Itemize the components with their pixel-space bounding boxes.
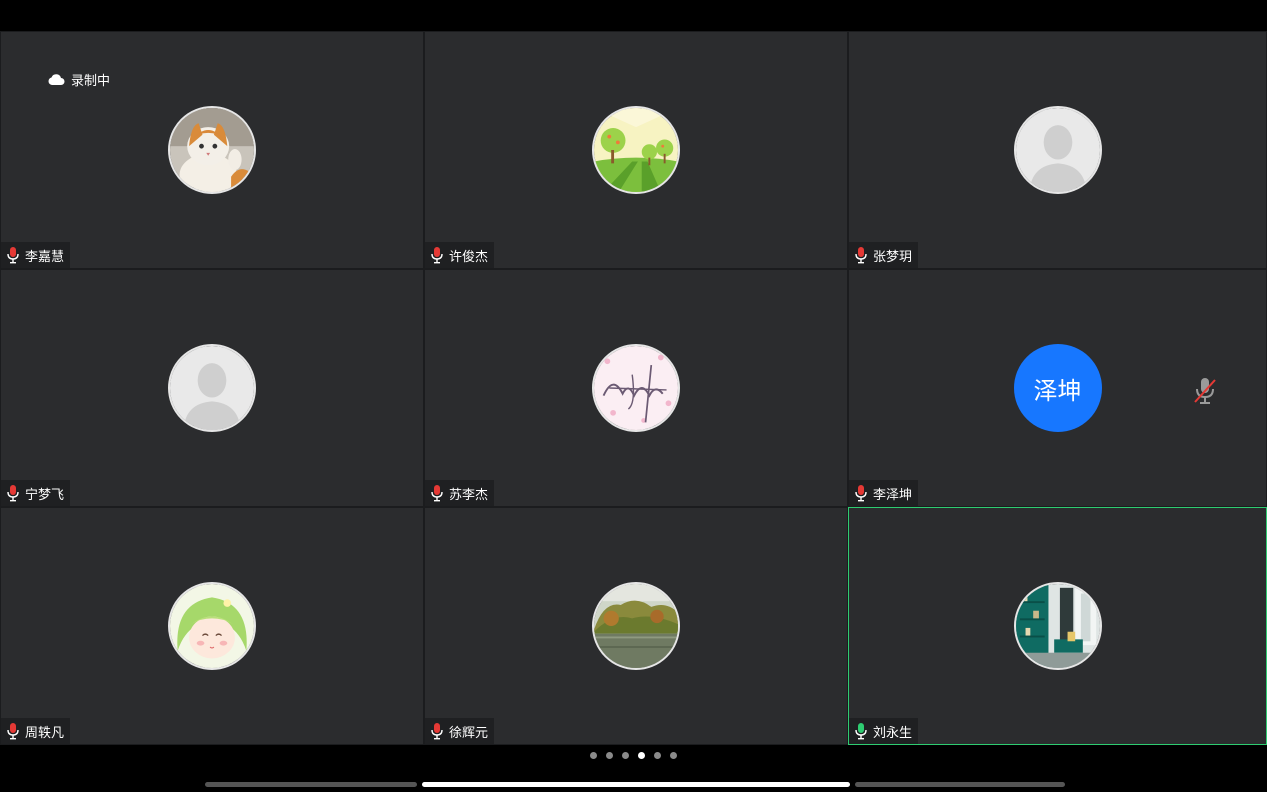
page-indicator	[0, 752, 1267, 759]
participant-nameplate: 苏李杰	[425, 480, 495, 506]
participant-tile[interactable]: 泽坤 李泽坤	[848, 269, 1267, 507]
muted-mic-icon[interactable]	[1192, 376, 1218, 406]
participant-name: 李嘉慧	[25, 249, 65, 265]
microphone-active-icon[interactable]	[853, 722, 869, 740]
participant-nameplate: 徐辉元	[425, 718, 495, 744]
participant-tile[interactable]: 苏李杰	[424, 269, 848, 507]
participant-tile[interactable]: 张梦玥	[848, 31, 1267, 269]
page-dot[interactable]	[622, 752, 629, 759]
participant-tile[interactable]: 徐辉元	[424, 507, 848, 745]
microphone-icon[interactable]	[5, 484, 21, 502]
signature-art-icon	[594, 346, 678, 430]
default-avatar-icon	[170, 346, 254, 430]
participant-tile[interactable]: 周轶凡	[0, 507, 424, 745]
participant-name: 李泽坤	[873, 487, 913, 503]
participant-name: 徐辉元	[449, 725, 489, 741]
avatar	[592, 582, 680, 670]
microphone-icon[interactable]	[853, 246, 869, 264]
avatar	[592, 106, 680, 194]
participant-nameplate: 李嘉慧	[1, 242, 71, 268]
microphone-icon[interactable]	[429, 484, 445, 502]
cat-photo-icon	[170, 108, 254, 192]
participant-nameplate: 刘永生	[849, 718, 919, 744]
page-dot-current[interactable]	[638, 752, 645, 759]
avatar	[168, 582, 256, 670]
participant-nameplate: 许俊杰	[425, 242, 495, 268]
room-photo-icon	[1015, 584, 1100, 668]
recording-indicator: 录制中	[47, 70, 110, 89]
avatar	[168, 106, 256, 194]
participant-nameplate: 周轶凡	[1, 718, 71, 744]
trees-illustration-icon	[594, 108, 678, 192]
participant-name: 宁梦飞	[25, 487, 65, 503]
page-dot[interactable]	[670, 752, 677, 759]
participant-name: 刘永生	[873, 725, 913, 741]
scroll-track-left	[205, 782, 417, 787]
meeting-stage: 录制中 李嘉慧 许俊杰 张梦玥 宁梦飞 苏李杰 泽坤 李泽坤 周轶凡 徐辉元 刘…	[0, 0, 1267, 792]
page-dot[interactable]	[590, 752, 597, 759]
microphone-icon[interactable]	[429, 722, 445, 740]
avatar: 泽坤	[1013, 344, 1102, 432]
participant-name: 许俊杰	[449, 249, 489, 265]
participant-name: 苏李杰	[449, 487, 489, 503]
lake-photo-icon	[594, 584, 678, 668]
participant-nameplate: 张梦玥	[849, 242, 919, 268]
recording-label: 录制中	[71, 74, 111, 89]
microphone-icon[interactable]	[853, 484, 869, 502]
participant-tile-active[interactable]: 刘永生	[848, 507, 1267, 745]
microphone-icon[interactable]	[5, 246, 21, 264]
participant-grid: 录制中 李嘉慧 许俊杰 张梦玥 宁梦飞 苏李杰 泽坤 李泽坤 周轶凡 徐辉元 刘…	[0, 31, 1267, 745]
cartoon-girl-icon	[170, 584, 254, 668]
avatar	[1013, 582, 1102, 670]
avatar	[168, 344, 256, 432]
scroll-thumb[interactable]	[422, 782, 850, 787]
scroll-track-right	[855, 782, 1065, 787]
participant-tile[interactable]: 宁梦飞	[0, 269, 424, 507]
page-dot[interactable]	[654, 752, 661, 759]
microphone-icon[interactable]	[5, 722, 21, 740]
avatar	[592, 344, 680, 432]
participant-tile[interactable]: 录制中 李嘉慧	[0, 31, 424, 269]
participant-nameplate: 宁梦飞	[1, 480, 71, 506]
default-avatar-icon	[1015, 108, 1100, 192]
participant-nameplate: 李泽坤	[849, 480, 919, 506]
participant-name: 张梦玥	[873, 249, 913, 265]
participant-tile[interactable]: 许俊杰	[424, 31, 848, 269]
participant-name: 周轶凡	[25, 725, 65, 741]
cloud-icon	[47, 73, 65, 86]
microphone-icon[interactable]	[429, 246, 445, 264]
page-dot[interactable]	[606, 752, 613, 759]
avatar	[1013, 106, 1102, 194]
